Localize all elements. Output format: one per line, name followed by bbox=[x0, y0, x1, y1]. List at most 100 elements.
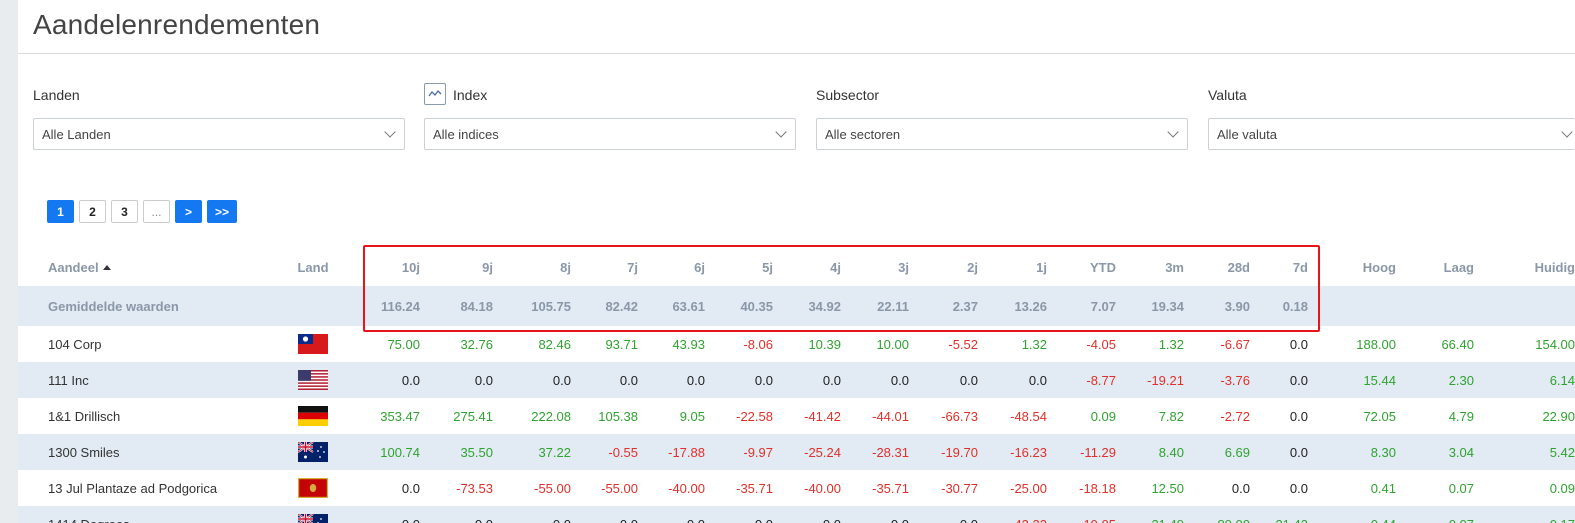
table-row[interactable]: 1&1 Drillisch 353.47 275.41 222.08 105.38 9.0… bbox=[18, 398, 1575, 434]
column-header-7j[interactable]: 7j bbox=[570, 248, 638, 286]
filter-landen: Landen Alle Landen bbox=[33, 86, 405, 150]
value-cell: -30.77 bbox=[941, 480, 978, 496]
value-cell: 0.0 bbox=[890, 372, 909, 388]
value-cell: 21.43 bbox=[1240, 506, 1308, 523]
value-cell: -73.53 bbox=[456, 480, 493, 496]
column-header-4j[interactable]: 4j bbox=[773, 248, 841, 286]
stock-name[interactable]: 104 Corp bbox=[48, 326, 288, 362]
value-cell: -19.05 bbox=[1048, 506, 1116, 523]
value-cell: -17.88 bbox=[668, 444, 705, 460]
value-cell: 353.47 bbox=[380, 408, 420, 424]
value-cell: 0.0 bbox=[1289, 408, 1308, 424]
table-row[interactable]: 1300 Smiles 100.74 35.50 37.22 -0.55 -17.88 -9… bbox=[18, 434, 1575, 470]
average-value: 84.18 bbox=[460, 298, 493, 314]
column-header-aandeel[interactable]: Aandeel bbox=[48, 248, 288, 286]
valuta-select[interactable]: Alle valuta bbox=[1208, 118, 1575, 150]
index-chart-icon[interactable] bbox=[424, 83, 446, 105]
value-cell: 0.0 bbox=[401, 372, 420, 388]
column-header-land[interactable]: Land bbox=[288, 248, 338, 286]
montenegro-flag-icon bbox=[298, 478, 328, 498]
value-cell: 32.76 bbox=[460, 336, 493, 352]
table-body: 104 Corp 75.00 32.76 82.46 93.71 43.93 -8.06 10… bbox=[18, 326, 1575, 523]
value-cell: 0.0 bbox=[552, 372, 571, 388]
value-cell: -25.24 bbox=[804, 444, 841, 460]
value-cell: 3.04 bbox=[1448, 444, 1474, 460]
stock-name[interactable]: 13 Jul Plantaze ad Podgorica bbox=[48, 470, 288, 506]
value-cell: -9.97 bbox=[743, 444, 773, 460]
average-value: 116.24 bbox=[380, 298, 420, 314]
value-cell: 0.0 bbox=[474, 372, 493, 388]
value-cell: 188.00 bbox=[1356, 336, 1396, 352]
last-page-button[interactable]: >> bbox=[207, 200, 238, 223]
value-cell: 8.30 bbox=[1370, 444, 1396, 460]
usa-flag-icon bbox=[298, 370, 328, 390]
average-value: 34.92 bbox=[808, 298, 841, 314]
value-cell: 0.44 bbox=[1328, 506, 1396, 523]
index-select[interactable]: Alle indices bbox=[424, 118, 796, 150]
column-header-huidig[interactable]: Huidig bbox=[1475, 248, 1575, 286]
column-header-1j[interactable]: 1j bbox=[979, 248, 1047, 286]
select-value: Alle sectoren bbox=[825, 126, 901, 142]
column-header-9j[interactable]: 9j bbox=[425, 248, 493, 286]
table-row[interactable]: 1414 Degrees0.00.00.00.00.00.00.00.00.0-… bbox=[18, 506, 1575, 523]
page-3-button[interactable]: 3 bbox=[111, 200, 138, 223]
column-header-2j[interactable]: 2j bbox=[910, 248, 978, 286]
chevron-down-icon bbox=[1167, 126, 1179, 138]
value-cell: 72.05 bbox=[1363, 408, 1396, 424]
column-header-3j[interactable]: 3j bbox=[841, 248, 909, 286]
value-cell: 0.17 bbox=[1475, 506, 1575, 523]
value-cell: -48.54 bbox=[1010, 408, 1047, 424]
filter-label: Valuta bbox=[1208, 87, 1247, 103]
column-header-8j[interactable]: 8j bbox=[503, 248, 571, 286]
table-row[interactable]: 111 Inc 0.0 0.0 0.0 0.0 0.0 0.0 0.0 0.0 0.0 0.0 -8.… bbox=[18, 362, 1575, 398]
landen-select[interactable]: Alle Landen bbox=[33, 118, 405, 150]
value-cell: -55.00 bbox=[534, 480, 571, 496]
column-header-5j[interactable]: 5j bbox=[705, 248, 773, 286]
table-row[interactable]: 13 Jul Plantaze ad Podgorica 0.0 -73.53 -55… bbox=[18, 470, 1575, 506]
value-cell: -42.22 bbox=[979, 506, 1047, 523]
column-header-ytd[interactable]: YTD bbox=[1048, 248, 1116, 286]
title-divider bbox=[18, 53, 1575, 54]
pagination: 1 2 3 ... > >> bbox=[47, 200, 238, 223]
value-cell: 0.0 bbox=[686, 372, 705, 388]
column-header-laag[interactable]: Laag bbox=[1406, 248, 1474, 286]
filter-label: Landen bbox=[33, 87, 80, 103]
value-cell: 75.00 bbox=[387, 336, 420, 352]
column-header-3m[interactable]: 3m bbox=[1116, 248, 1184, 286]
table-row[interactable]: 104 Corp 75.00 32.76 82.46 93.71 43.93 -8.06 10… bbox=[18, 326, 1575, 362]
value-cell: 0.0 bbox=[503, 506, 571, 523]
country-cell bbox=[288, 362, 338, 398]
value-cell: 0.0 bbox=[1289, 480, 1308, 496]
value-cell: 100.74 bbox=[380, 444, 420, 460]
column-header-hoog[interactable]: Hoog bbox=[1328, 248, 1396, 286]
value-cell: 0.07 bbox=[1448, 480, 1474, 496]
column-header-7d[interactable]: 7d bbox=[1240, 248, 1308, 286]
value-cell: 0.0 bbox=[401, 480, 420, 496]
average-row: Gemiddelde waarden 116.24 84.18 105.75 82.4… bbox=[18, 286, 1575, 326]
country-cell bbox=[288, 326, 338, 362]
average-value: 40.35 bbox=[740, 298, 773, 314]
page-1-button[interactable]: 1 bbox=[47, 200, 74, 223]
stock-name[interactable]: 1300 Smiles bbox=[48, 434, 288, 470]
value-cell: -8.06 bbox=[743, 336, 773, 352]
stock-name[interactable]: 1&1 Drillisch bbox=[48, 398, 288, 434]
value-cell: 5.42 bbox=[1549, 444, 1575, 460]
page-ellipsis: ... bbox=[143, 200, 170, 223]
subsector-select[interactable]: Alle sectoren bbox=[816, 118, 1188, 150]
average-value: 63.61 bbox=[672, 298, 705, 314]
column-header-10j[interactable]: 10j bbox=[352, 248, 420, 286]
value-cell: 2.30 bbox=[1448, 372, 1474, 388]
stock-name[interactable]: 1414 Degrees bbox=[48, 506, 288, 523]
value-cell: -16.23 bbox=[1010, 444, 1047, 460]
filter-subsector: Subsector Alle sectoren bbox=[816, 86, 1188, 150]
page-2-button[interactable]: 2 bbox=[79, 200, 106, 223]
filter-index: Index Alle indices bbox=[424, 83, 796, 150]
value-cell: 0.09 bbox=[1090, 408, 1116, 424]
next-page-button[interactable]: > bbox=[175, 200, 202, 223]
value-cell: 9.05 bbox=[679, 408, 705, 424]
stock-name[interactable]: 111 Inc bbox=[48, 362, 288, 398]
value-cell: 0.0 bbox=[1028, 372, 1047, 388]
left-rail bbox=[0, 0, 18, 523]
column-header-6j[interactable]: 6j bbox=[637, 248, 705, 286]
value-cell: -44.01 bbox=[872, 408, 909, 424]
